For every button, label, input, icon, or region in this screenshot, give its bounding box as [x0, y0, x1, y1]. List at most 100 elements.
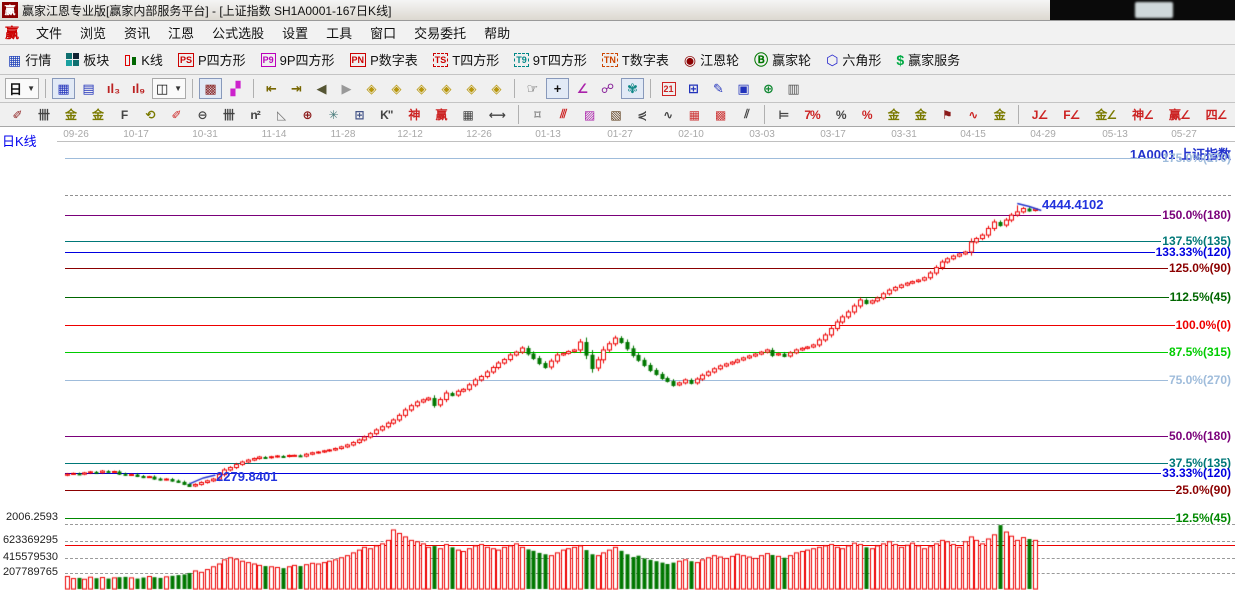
draw-percent[interactable]: % — [830, 105, 852, 124]
draw-circle-target[interactable]: ⊕ — [296, 105, 318, 124]
draw-seven-percent[interactable]: 7% — [798, 105, 825, 124]
menu-item-4[interactable]: 公式选股 — [203, 21, 273, 44]
draw-percent-line[interactable]: % — [856, 105, 878, 124]
btn-hand-tool[interactable]: ☞ — [521, 78, 544, 99]
toolbar-separator — [192, 79, 193, 98]
menu-item-6[interactable]: 工具 — [317, 21, 361, 44]
draw-gold-lines[interactable]: 金 — [909, 105, 932, 124]
btn-three-bar[interactable]: ıl₃ — [102, 78, 125, 99]
draw-red-grid-dot[interactable]: ▩ — [709, 105, 731, 124]
tool-p-square[interactable]: PSP四方形 — [176, 49, 248, 70]
draw-line-box[interactable]: ▧ — [604, 105, 626, 124]
btn-zoom-in-h[interactable]: ◈ — [435, 78, 458, 99]
btn-gann-grid[interactable]: ▩ — [199, 78, 222, 99]
tool-winner-wheel[interactable]: Ⓑ赢家轮 — [752, 49, 813, 70]
draw-n-square[interactable]: n² — [244, 105, 266, 124]
btn-web-data[interactable]: ⊕ — [757, 78, 780, 99]
btn-prev-bar[interactable]: ◀ — [310, 78, 333, 99]
menu-item-5[interactable]: 设置 — [273, 21, 317, 44]
draw-gold-circle[interactable]: 金 — [882, 105, 905, 124]
menu-item-1[interactable]: 浏览 — [71, 21, 115, 44]
draw-spiral-tool[interactable]: ⟲ — [139, 105, 161, 124]
9t-square-label: 9T四方形 — [533, 50, 587, 69]
btn-expand-all[interactable]: ◈ — [460, 78, 483, 99]
btn-crosshair-tool[interactable]: + — [546, 78, 569, 99]
draw-si-angle[interactable]: 四∠ — [1200, 105, 1233, 124]
menu-item-2[interactable]: 资讯 — [115, 21, 159, 44]
tool-9p-square[interactable]: P99P四方形 — [259, 49, 337, 70]
btn-gann-shapes[interactable]: ▦ — [52, 78, 75, 99]
btn-nine-bar[interactable]: ıl₉ — [127, 78, 150, 99]
draw-wave-check[interactable]: ∿ — [657, 105, 679, 124]
btn-report-view[interactable]: ▤ — [77, 78, 100, 99]
draw-k-note[interactable]: Kʺ — [374, 105, 398, 124]
btn-calculator[interactable]: ⊞ — [682, 78, 705, 99]
draw-shen-grid[interactable]: 神 — [402, 105, 425, 124]
print-icon: ▥ — [787, 81, 799, 97]
draw-parallel-lines[interactable]: ⫽ — [735, 105, 757, 124]
btn-candle-style[interactable]: ◫▼ — [152, 78, 186, 99]
draw-ruler-123[interactable]: ▦ — [456, 105, 478, 124]
draw-fan-lines[interactable]: ⫻ — [552, 105, 574, 124]
tool-t-square[interactable]: TST四方形 — [431, 49, 501, 70]
draw-brush-knife[interactable]: ✐ — [6, 105, 28, 124]
draw-fan-box[interactable]: ▨ — [578, 105, 600, 124]
draw-knife-tool[interactable]: ✐ — [165, 105, 187, 124]
btn-last-page[interactable]: ⇥ — [285, 78, 308, 99]
btn-zoom-out-h[interactable]: ◈ — [410, 78, 433, 99]
btn-shift-left[interactable]: ◈ — [360, 78, 383, 99]
draw-f-fence[interactable]: F — [113, 105, 135, 124]
draw-ying-grid[interactable]: 赢 — [429, 105, 452, 124]
draw-ying-angle[interactable]: 赢∠ — [1163, 105, 1196, 124]
tool-hexagon[interactable]: ⬡六角形 — [824, 49, 883, 70]
tool-gann-wheel[interactable]: ◉江恩轮 — [682, 49, 741, 70]
btn-fit-screen[interactable]: ◈ — [485, 78, 508, 99]
tool-quotes[interactable]: ▦行情 — [6, 49, 53, 70]
btn-calendar[interactable]: 21 — [657, 78, 680, 99]
btn-print[interactable]: ▥ — [782, 78, 805, 99]
menu-item-8[interactable]: 交易委托 — [405, 21, 475, 44]
draw-scale-chart[interactable]: ⊨ — [772, 105, 794, 124]
tool-p-number-table[interactable]: PNP数字表 — [348, 49, 420, 70]
menu-item-9[interactable]: 帮助 — [475, 21, 519, 44]
btn-shift-right[interactable]: ◈ — [385, 78, 408, 99]
draw-gold-underline[interactable]: 金 — [988, 105, 1011, 124]
tool-9t-square[interactable]: T99T四方形 — [512, 49, 589, 70]
title-bar: 赢 赢家江恩专业版[赢家内部服务平台] - [上证指数 SH1A0001-167… — [0, 0, 1235, 21]
btn-next-bar[interactable]: ▶ — [335, 78, 358, 99]
draw-shen-angle[interactable]: 神∠ — [1126, 105, 1159, 124]
draw-gold-fence-a[interactable]: 金 — [59, 105, 82, 124]
draw-gold-angle[interactable]: 金∠ — [1089, 105, 1122, 124]
tool-winner-service[interactable]: $赢家服务 — [894, 49, 962, 70]
draw-gold-wave[interactable]: ∿ — [962, 105, 984, 124]
draw-red-grid[interactable]: ▦ — [683, 105, 705, 124]
menu-item-7[interactable]: 窗口 — [361, 21, 405, 44]
btn-memo[interactable]: ✎ — [707, 78, 730, 99]
draw-j-angle[interactable]: J∠ — [1026, 105, 1053, 124]
tool-sectors[interactable]: 板块 — [64, 49, 111, 70]
btn-analysis-tool[interactable]: ✾ — [621, 78, 644, 99]
btn-shape-tool[interactable]: ☍ — [596, 78, 619, 99]
btn-period-day-dropdown[interactable]: 日▼ — [5, 78, 39, 99]
draw-angle-fan[interactable]: ⋞ — [631, 105, 653, 124]
draw-set-square[interactable]: ◺ — [270, 105, 292, 124]
draw-fence-ruler[interactable]: 卌 — [32, 105, 55, 124]
draw-fence-ruler-2[interactable]: 卌 — [217, 105, 240, 124]
tool-kline[interactable]: K线 — [122, 49, 165, 70]
tool-t-number-table[interactable]: TNT数字表 — [600, 49, 671, 70]
btn-save[interactable]: ▣ — [732, 78, 755, 99]
menu-item-0[interactable]: 文件 — [27, 21, 71, 44]
draw-f-angle[interactable]: F∠ — [1057, 105, 1085, 124]
draw-flag-pen[interactable]: ⚑ — [936, 105, 958, 124]
draw-gold-fence-b[interactable]: 金 — [86, 105, 109, 124]
draw-grid-target[interactable]: ⊞ — [348, 105, 370, 124]
btn-color-histogram[interactable]: ▞ — [224, 78, 247, 99]
btn-first-page[interactable]: ⇤ — [260, 78, 283, 99]
menu-item-3[interactable]: 江恩 — [159, 21, 203, 44]
btn-angle-measure[interactable]: ∠ — [571, 78, 594, 99]
first-page-icon: ⇤ — [266, 81, 277, 97]
draw-star-target[interactable]: ✳ — [322, 105, 344, 124]
draw-span-arrow[interactable]: ⟷ — [483, 105, 511, 124]
draw-box-tool[interactable]: ⌑ — [526, 105, 548, 124]
draw-circle-ruler[interactable]: ⊖ — [191, 105, 213, 124]
